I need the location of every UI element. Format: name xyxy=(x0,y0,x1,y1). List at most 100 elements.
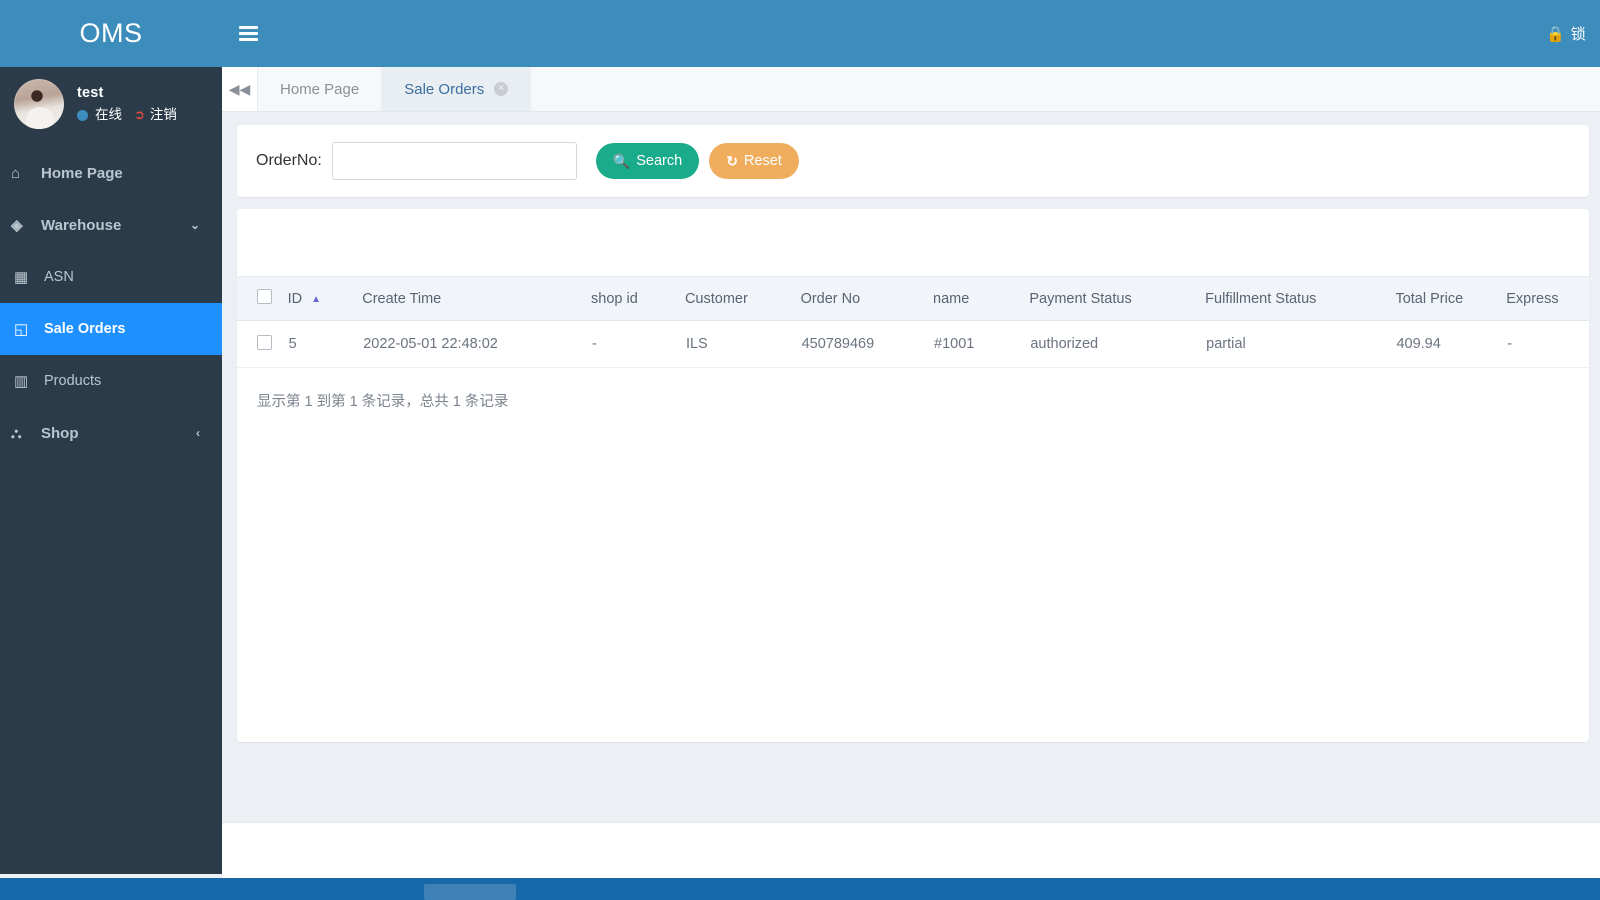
orders-table-panel: ID ▲ Create Time shop id Customer Order No nam… xyxy=(237,209,1589,742)
column-header-order_no[interactable]: Order No xyxy=(800,276,934,321)
cell-value: #1001 xyxy=(934,336,975,352)
table-body: 5 2022-05-01 22:48:02 - ILS 450789469 #1001 au… xyxy=(237,320,1589,368)
search-panel: OrderNo: 🔍 Search ↻ Reset xyxy=(237,125,1589,197)
column-header-payment_status[interactable]: Payment Status xyxy=(1029,276,1206,321)
content-area: OrderNo: 🔍 Search ↻ Reset ID ▲ Create Time… xyxy=(222,112,1600,822)
sidebar-nav: ⌂ Home Page ◈ Warehouse ⌄ ▦ ASN ◱ Sale Orders ▥ Pr… xyxy=(0,147,222,459)
avatar[interactable] xyxy=(14,79,64,129)
reset-button[interactable]: ↻ Reset xyxy=(709,143,799,179)
column-header-label: Create Time xyxy=(362,290,442,307)
lock-screen-button[interactable]: 🔒 锁 xyxy=(1546,23,1586,44)
table-head: ID ▲ Create Time shop id Customer Order No nam… xyxy=(237,276,1589,321)
cell-shop_id: - xyxy=(591,320,685,368)
user-status-row: 在线 ➲ 注销 xyxy=(77,107,177,124)
cell-value: 409.94 xyxy=(1396,336,1441,352)
table-header-row: ID ▲ Create Time shop id Customer Order No nam… xyxy=(237,276,1589,321)
row-checkbox[interactable] xyxy=(257,334,272,350)
cell-value: - xyxy=(592,336,597,352)
sidebar-item-shop[interactable]: ⛬ Shop ‹ xyxy=(0,407,222,459)
column-header-id[interactable]: ID ▲ xyxy=(287,276,363,321)
table-scroll-container[interactable]: ID ▲ Create Time shop id Customer Order No nam… xyxy=(237,276,1589,368)
menu-toggle-button[interactable] xyxy=(222,0,274,67)
cell-id: 5 xyxy=(287,320,363,368)
cell-total_price: 409.94 xyxy=(1395,320,1507,368)
page-bottom-strip xyxy=(222,822,1600,878)
tab-label: Home Page xyxy=(280,80,360,98)
lock-icon: 🔒 xyxy=(1546,25,1565,43)
column-header-total_price[interactable]: Total Price xyxy=(1395,276,1507,321)
table-toolbar xyxy=(237,209,1589,276)
column-header-label: ID xyxy=(287,290,303,307)
column-header-create_time[interactable]: Create Time xyxy=(362,276,592,321)
online-dot-icon xyxy=(77,110,88,122)
cell-value: partial xyxy=(1206,336,1246,352)
sidebar-item-products[interactable]: ▥ Products xyxy=(0,355,222,407)
sidebar-item-label: Products xyxy=(44,373,102,389)
cell-express1: - xyxy=(1506,320,1589,368)
shop-icon: ⛬ xyxy=(11,424,22,442)
logout-link[interactable]: 注销 xyxy=(150,107,177,124)
sidebar-item-warehouse[interactable]: ◈ Warehouse ⌄ xyxy=(0,199,222,251)
cell-value: 5 xyxy=(288,336,297,352)
app-logo[interactable]: OMS xyxy=(0,0,222,67)
sidebar: OMS test 在线 ➲ 注销 ⌂ Home Page ◈ Warehouse ⌄ ▦ A… xyxy=(0,0,222,874)
chevron-left-icon: ‹ xyxy=(196,426,200,440)
column-header-shop_id[interactable]: shop id xyxy=(591,276,685,321)
table-row[interactable]: 5 2022-05-01 22:48:02 - ILS 450789469 #1001 au… xyxy=(237,320,1589,368)
orderno-input[interactable] xyxy=(331,142,577,180)
briefcase-icon: ▥ xyxy=(14,373,29,390)
chevron-down-icon: ⌄ xyxy=(189,218,200,232)
reset-button-label: Reset xyxy=(743,153,782,169)
sidebar-item-home-page[interactable]: ⌂ Home Page xyxy=(0,147,222,199)
select-all-checkbox[interactable] xyxy=(257,289,272,304)
orderno-label: OrderNo: xyxy=(256,152,322,169)
cell-name: #1001 xyxy=(933,320,1030,368)
column-header-customer[interactable]: Customer xyxy=(684,276,801,321)
tab-sale-orders[interactable]: Sale Orders × xyxy=(382,67,532,111)
column-header-label: Express xyxy=(1506,290,1559,307)
cell-payment_status: authorized xyxy=(1029,320,1206,368)
table-footer-info: 显示第 1 到第 1 条记录，总共 1 条记录 xyxy=(257,394,509,410)
column-header-checkbox[interactable] xyxy=(237,276,288,321)
search-button-label: Search xyxy=(636,153,683,169)
online-status-label: 在线 xyxy=(95,107,122,123)
tab-bar: ◀◀ Home Page Sale Orders × xyxy=(222,67,1600,112)
column-header-fulfillment_status[interactable]: Fulfillment Status xyxy=(1205,276,1396,321)
note-icon: ◱ xyxy=(14,321,29,338)
sidebar-item-label: Home Page xyxy=(41,164,123,182)
header-right-actions: 🔒 锁 xyxy=(1546,23,1600,44)
tab-label: Sale Orders xyxy=(404,80,485,98)
search-button[interactable]: 🔍 Search xyxy=(595,143,700,179)
cell-value: authorized xyxy=(1030,336,1099,352)
column-header-label: name xyxy=(933,290,970,307)
column-header-express1[interactable]: Express xyxy=(1506,276,1589,321)
column-header-label: Payment Status xyxy=(1029,290,1132,307)
chevron-double-left-icon[interactable]: ◀◀ xyxy=(222,67,258,111)
application-window: OMS test 在线 ➲ 注销 ⌂ Home Page ◈ Warehouse ⌄ ▦ A… xyxy=(0,0,1600,900)
sort-ascending-icon[interactable]: ▲ xyxy=(311,294,321,305)
sidebar-item-label: Sale Orders xyxy=(44,321,126,337)
top-header: 🔒 锁 xyxy=(222,0,1600,67)
cell-value: ILS xyxy=(685,336,708,352)
app-logo-text: OMS xyxy=(79,18,143,48)
cell-customer: ILS xyxy=(684,320,801,368)
logout-icon[interactable]: ➲ xyxy=(134,107,145,123)
refresh-icon: ↻ xyxy=(726,152,738,169)
cell-checkbox xyxy=(237,320,288,368)
close-icon[interactable]: × xyxy=(494,82,509,96)
diamond-icon: ◈ xyxy=(11,217,23,234)
sidebar-item-label: ASN xyxy=(44,269,74,285)
column-header-name[interactable]: name xyxy=(933,276,1030,321)
cell-fulfillment_status: partial xyxy=(1205,320,1396,368)
magnifier-icon: 🔍 xyxy=(612,152,631,169)
home-icon: ⌂ xyxy=(11,164,21,182)
lock-screen-label: 锁 xyxy=(1570,26,1586,43)
tab-home-page[interactable]: Home Page xyxy=(258,67,383,111)
sidebar-item-sale-orders[interactable]: ◱ Sale Orders xyxy=(0,303,222,355)
sidebar-item-asn[interactable]: ▦ ASN xyxy=(0,251,222,303)
cell-value: - xyxy=(1507,336,1513,352)
cell-create_time: 2022-05-01 22:48:02 xyxy=(362,320,592,368)
sidebar-item-label: Shop xyxy=(41,424,79,442)
column-header-label: shop id xyxy=(591,290,638,307)
os-taskbar xyxy=(0,878,1600,900)
